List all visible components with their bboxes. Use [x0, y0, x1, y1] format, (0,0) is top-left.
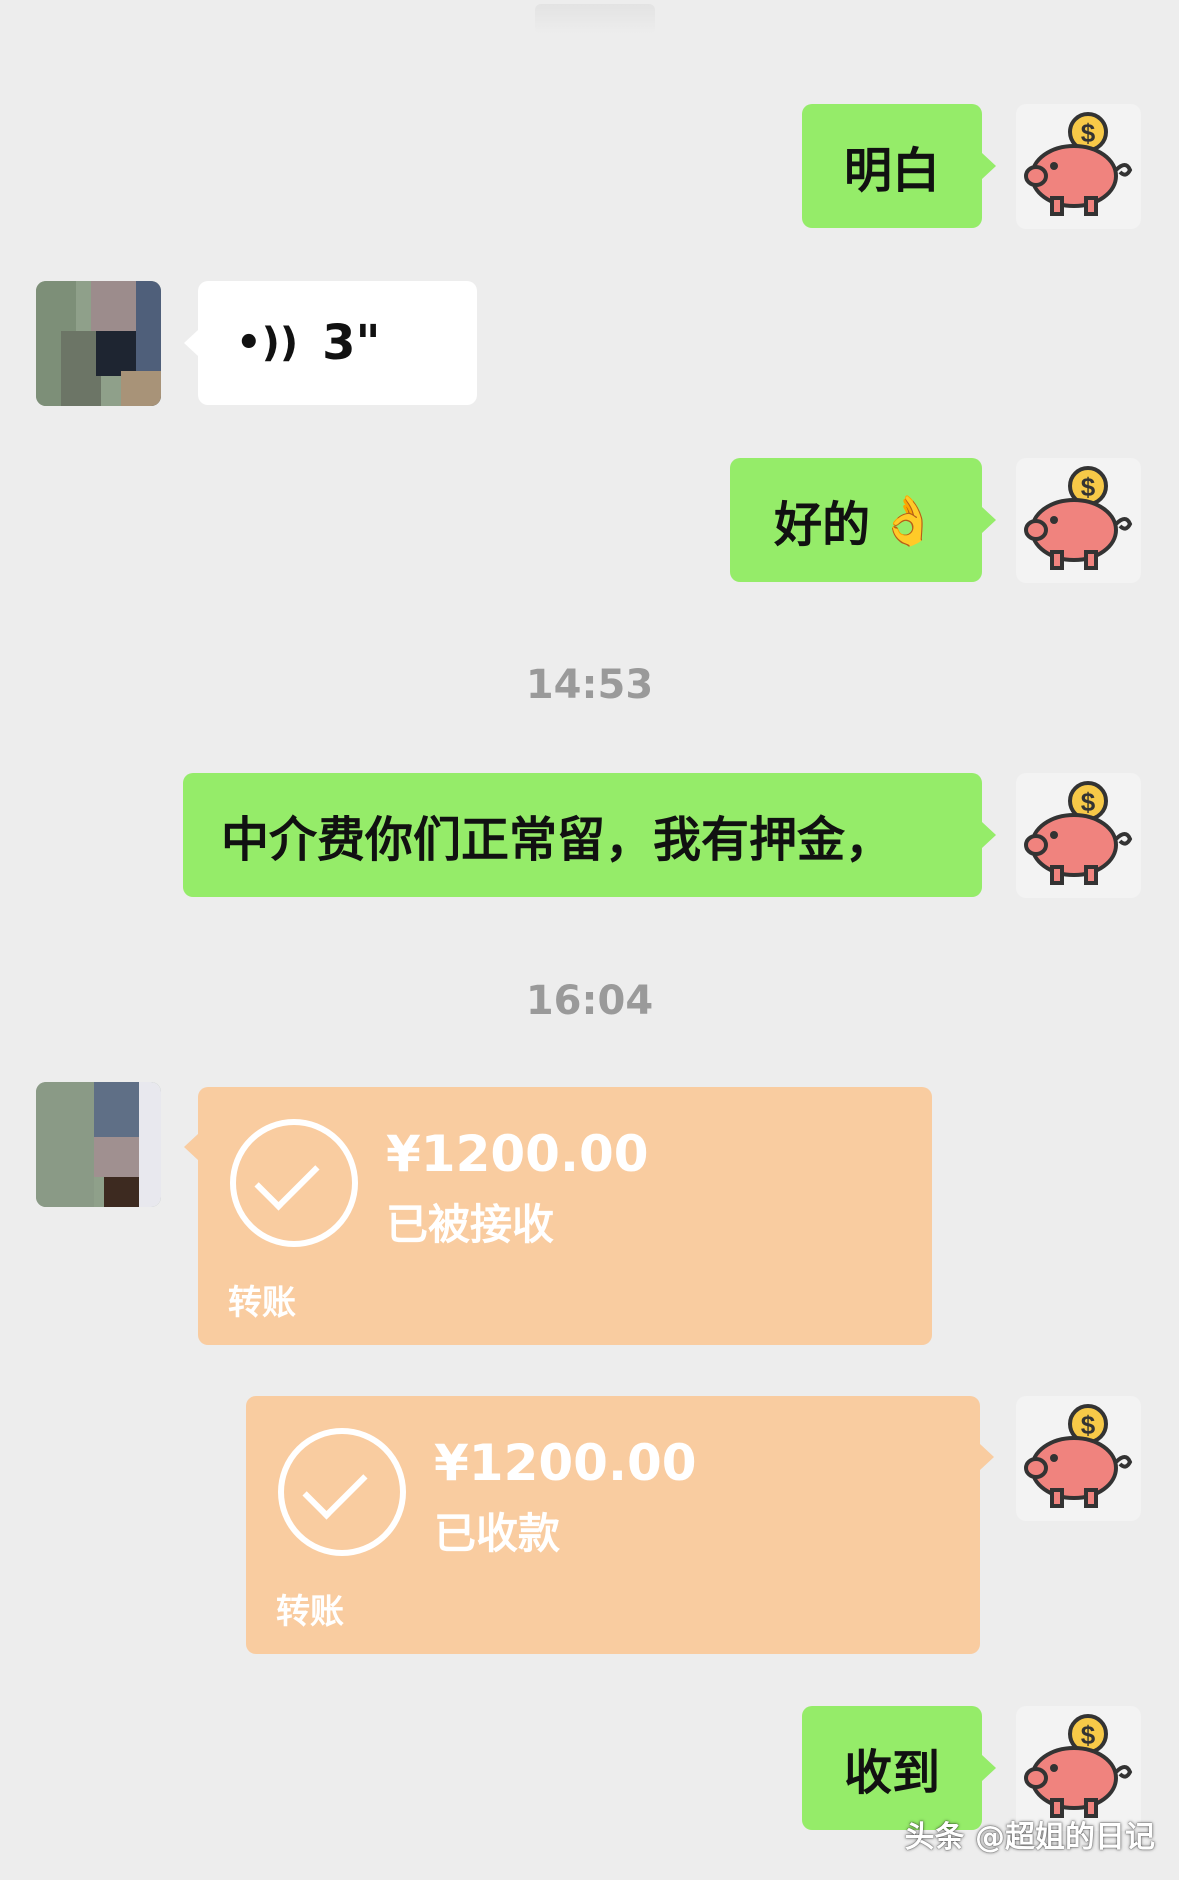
top-fade	[535, 4, 655, 34]
my-message-bubble[interactable]: 明白	[802, 104, 982, 228]
contact-avatar[interactable]	[36, 281, 161, 406]
message-text: 收到	[843, 1745, 940, 1801]
piggy-bank-icon	[1016, 1396, 1141, 1521]
ok-hand-emoji: 👌	[878, 492, 938, 549]
message-text: 明白	[843, 143, 940, 199]
my-avatar[interactable]	[1016, 458, 1141, 583]
piggy-bank-icon	[1016, 458, 1141, 583]
timestamp: 16:04	[525, 978, 654, 1024]
piggy-bank-icon	[1016, 773, 1141, 898]
my-avatar[interactable]	[1016, 1396, 1141, 1521]
voice-wave-icon: •))	[236, 320, 299, 366]
bubble-tail	[982, 507, 996, 533]
watermark: 头条 @超姐的日记	[904, 1820, 1155, 1855]
my-message-bubble[interactable]: 好的 👌	[730, 458, 982, 582]
transfer-status: 已收款	[434, 1509, 561, 1558]
bubble-tail	[980, 1444, 994, 1470]
contact-avatar[interactable]	[36, 1082, 161, 1207]
transfer-amount: ¥1200.00	[386, 1125, 649, 1183]
check-circle-icon	[230, 1119, 358, 1247]
piggy-bank-icon	[1016, 104, 1141, 229]
transfer-status: 已被接收	[386, 1200, 555, 1249]
voice-duration: 3"	[322, 315, 381, 371]
bubble-tail	[982, 153, 996, 179]
bubble-tail	[184, 330, 198, 356]
bubble-tail	[184, 1134, 198, 1160]
message-text: 中介费你们正常留，我有押金，	[221, 812, 894, 868]
transfer-card[interactable]: ¥1200.00 已被接收 转账	[198, 1087, 932, 1345]
bubble-tail	[982, 822, 996, 848]
transfer-label: 转账	[228, 1283, 296, 1323]
my-message-bubble[interactable]: 中介费你们正常留，我有押金，	[183, 773, 982, 897]
transfer-label: 转账	[276, 1592, 344, 1632]
my-avatar[interactable]	[1016, 104, 1141, 229]
transfer-amount: ¥1200.00	[434, 1434, 697, 1492]
bubble-tail	[982, 1755, 996, 1781]
message-text: 好的	[774, 497, 871, 553]
transfer-card[interactable]: ¥1200.00 已收款 转账	[246, 1396, 980, 1654]
my-avatar[interactable]	[1016, 773, 1141, 898]
voice-message-bubble[interactable]: •)) 3"	[198, 281, 477, 405]
check-circle-icon	[278, 1428, 406, 1556]
timestamp: 14:53	[525, 662, 654, 708]
